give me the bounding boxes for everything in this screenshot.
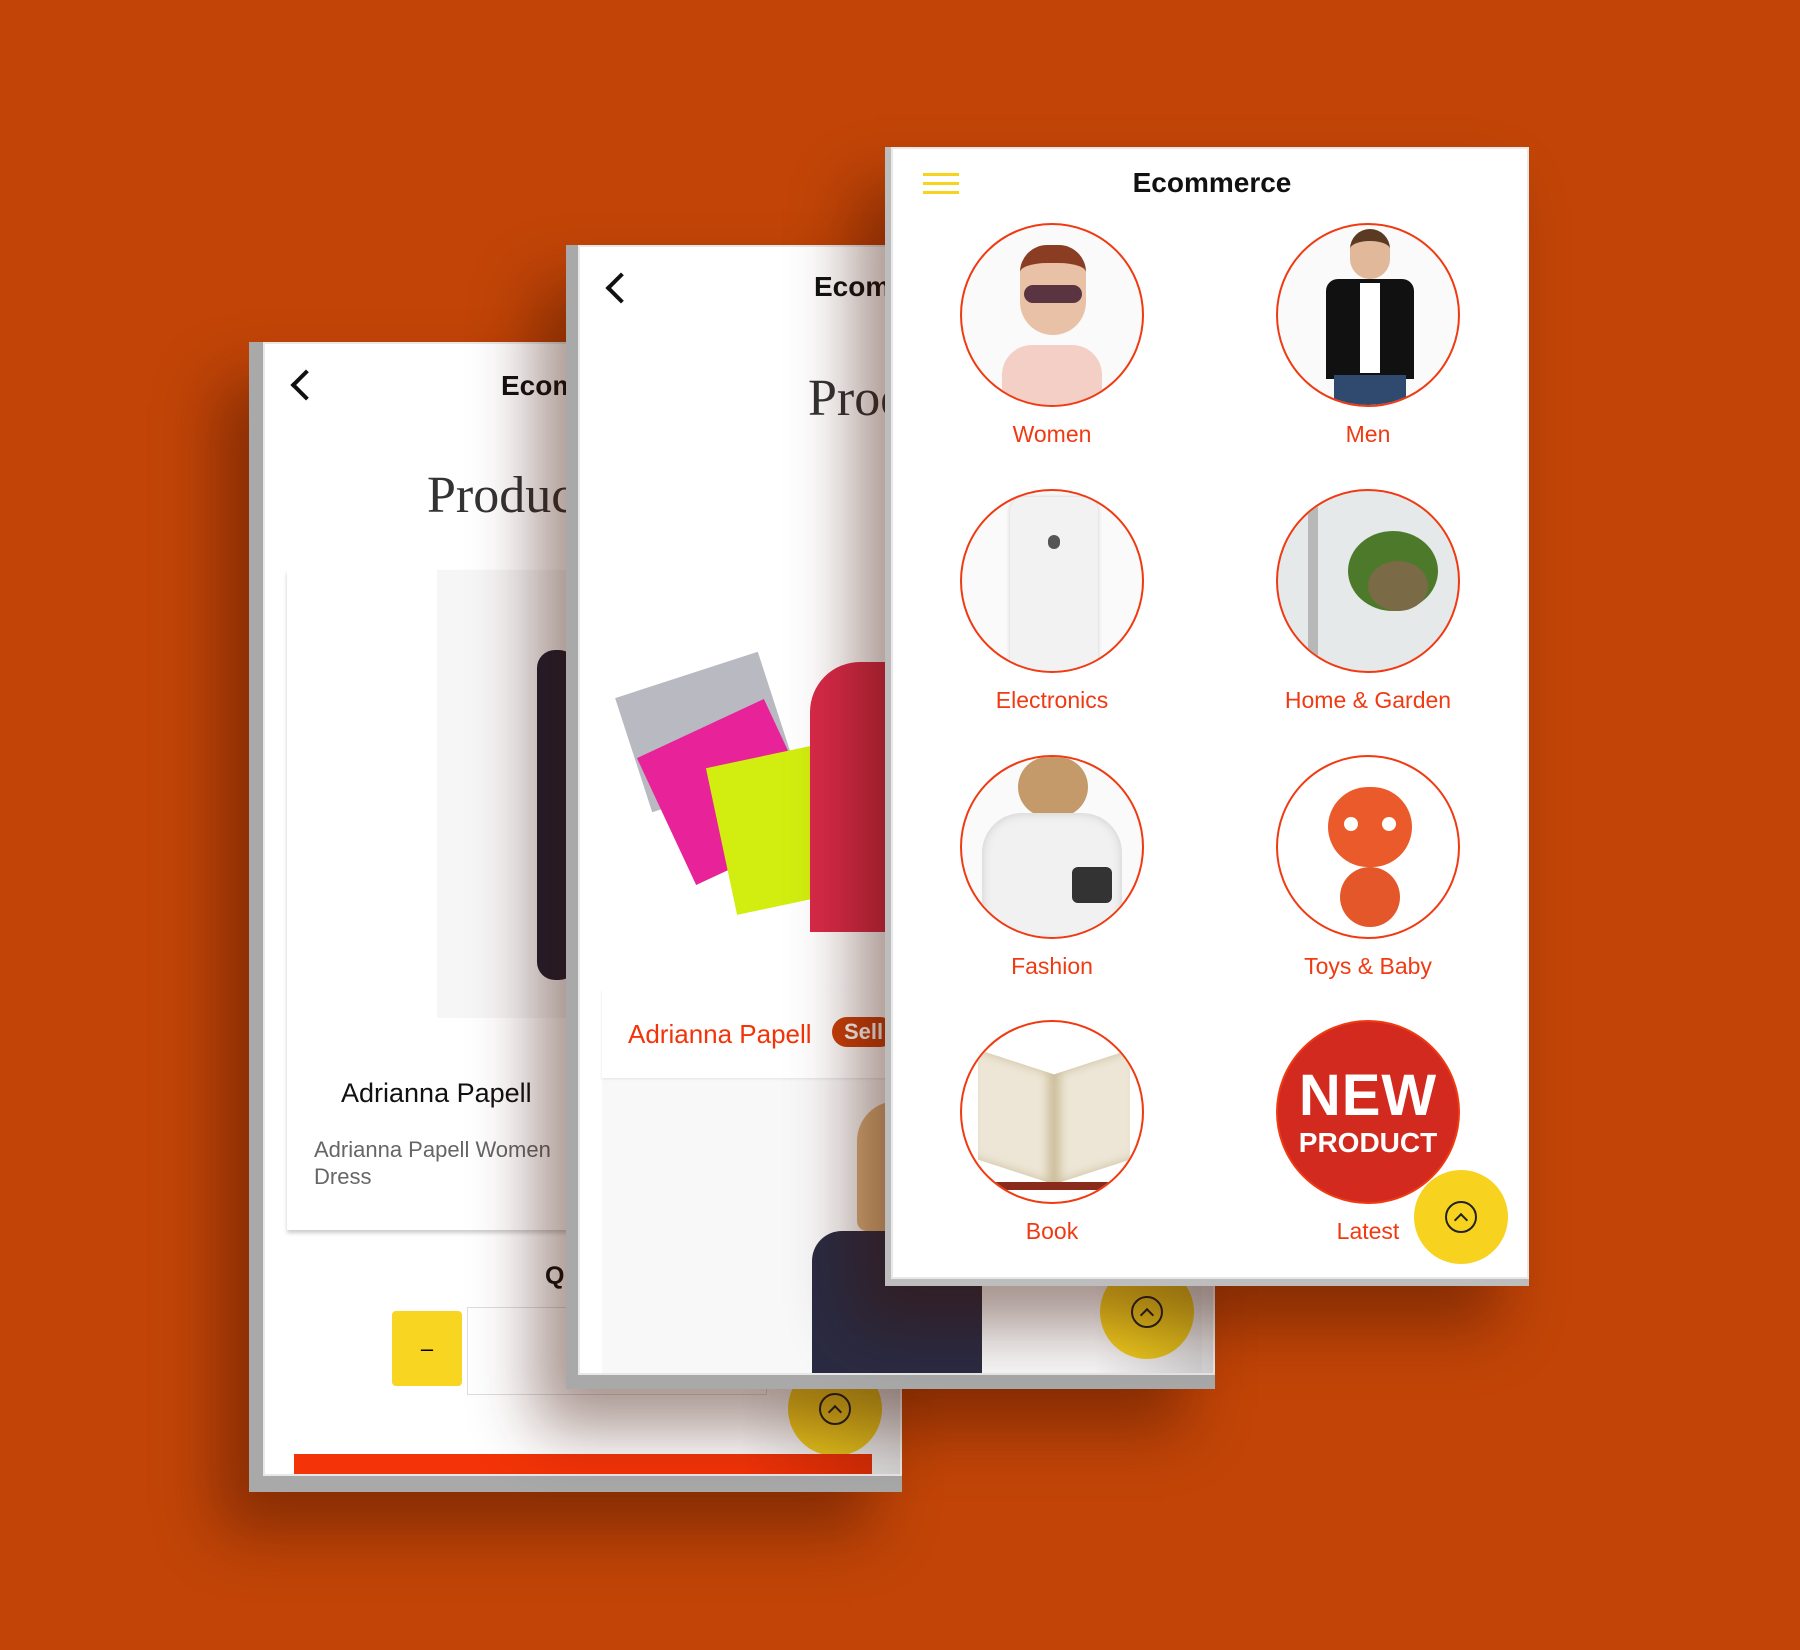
scroll-top-button[interactable]: [1414, 1170, 1508, 1264]
category-men[interactable]: Men: [1218, 223, 1518, 448]
quantity-minus-button[interactable]: –: [392, 1311, 462, 1386]
front-phone-screen: Ecommerce Women Men Electronics Home & G…: [891, 147, 1529, 1279]
toy-fox-image: [1276, 755, 1460, 939]
category-electronics[interactable]: Electronics: [902, 489, 1202, 714]
category-fashion[interactable]: Fashion: [902, 755, 1202, 980]
product-description: Adrianna Papell Women Dress: [314, 1136, 551, 1190]
phone-case-image: [960, 489, 1144, 673]
men-image: [1276, 223, 1460, 407]
category-label: Electronics: [995, 687, 1109, 713]
plant-image: [1276, 489, 1460, 673]
category-label: Toys & Baby: [1304, 953, 1432, 979]
back-icon[interactable]: [290, 369, 322, 401]
back-icon[interactable]: [605, 272, 637, 304]
fashion-image: [960, 755, 1144, 939]
new-product-logo: NEW PRODUCT: [1276, 1020, 1460, 1204]
category-label: Women: [1012, 421, 1092, 447]
category-women[interactable]: Women: [902, 223, 1202, 448]
category-toys-baby[interactable]: Toys & Baby: [1218, 755, 1518, 980]
product-name: Adrianna Papell: [628, 1019, 812, 1049]
category-label: Home & Garden: [1284, 687, 1452, 713]
description-line: Adrianna Papell Women: [314, 1137, 551, 1162]
book-image: [960, 1020, 1144, 1204]
category-home-garden[interactable]: Home & Garden: [1218, 489, 1518, 714]
product-name: Adrianna Papell: [341, 1078, 532, 1108]
women-image: [960, 223, 1144, 407]
category-label: Book: [1025, 1218, 1079, 1244]
category-label: Men: [1345, 421, 1391, 447]
category-book[interactable]: Book: [902, 1020, 1202, 1245]
description-line: Dress: [314, 1164, 372, 1189]
arrow-up-circle-icon: [1445, 1201, 1477, 1233]
shopping-bags-image: [615, 632, 930, 932]
category-label: Fashion: [1011, 953, 1093, 979]
header-title: Ecommerce: [1132, 167, 1292, 198]
